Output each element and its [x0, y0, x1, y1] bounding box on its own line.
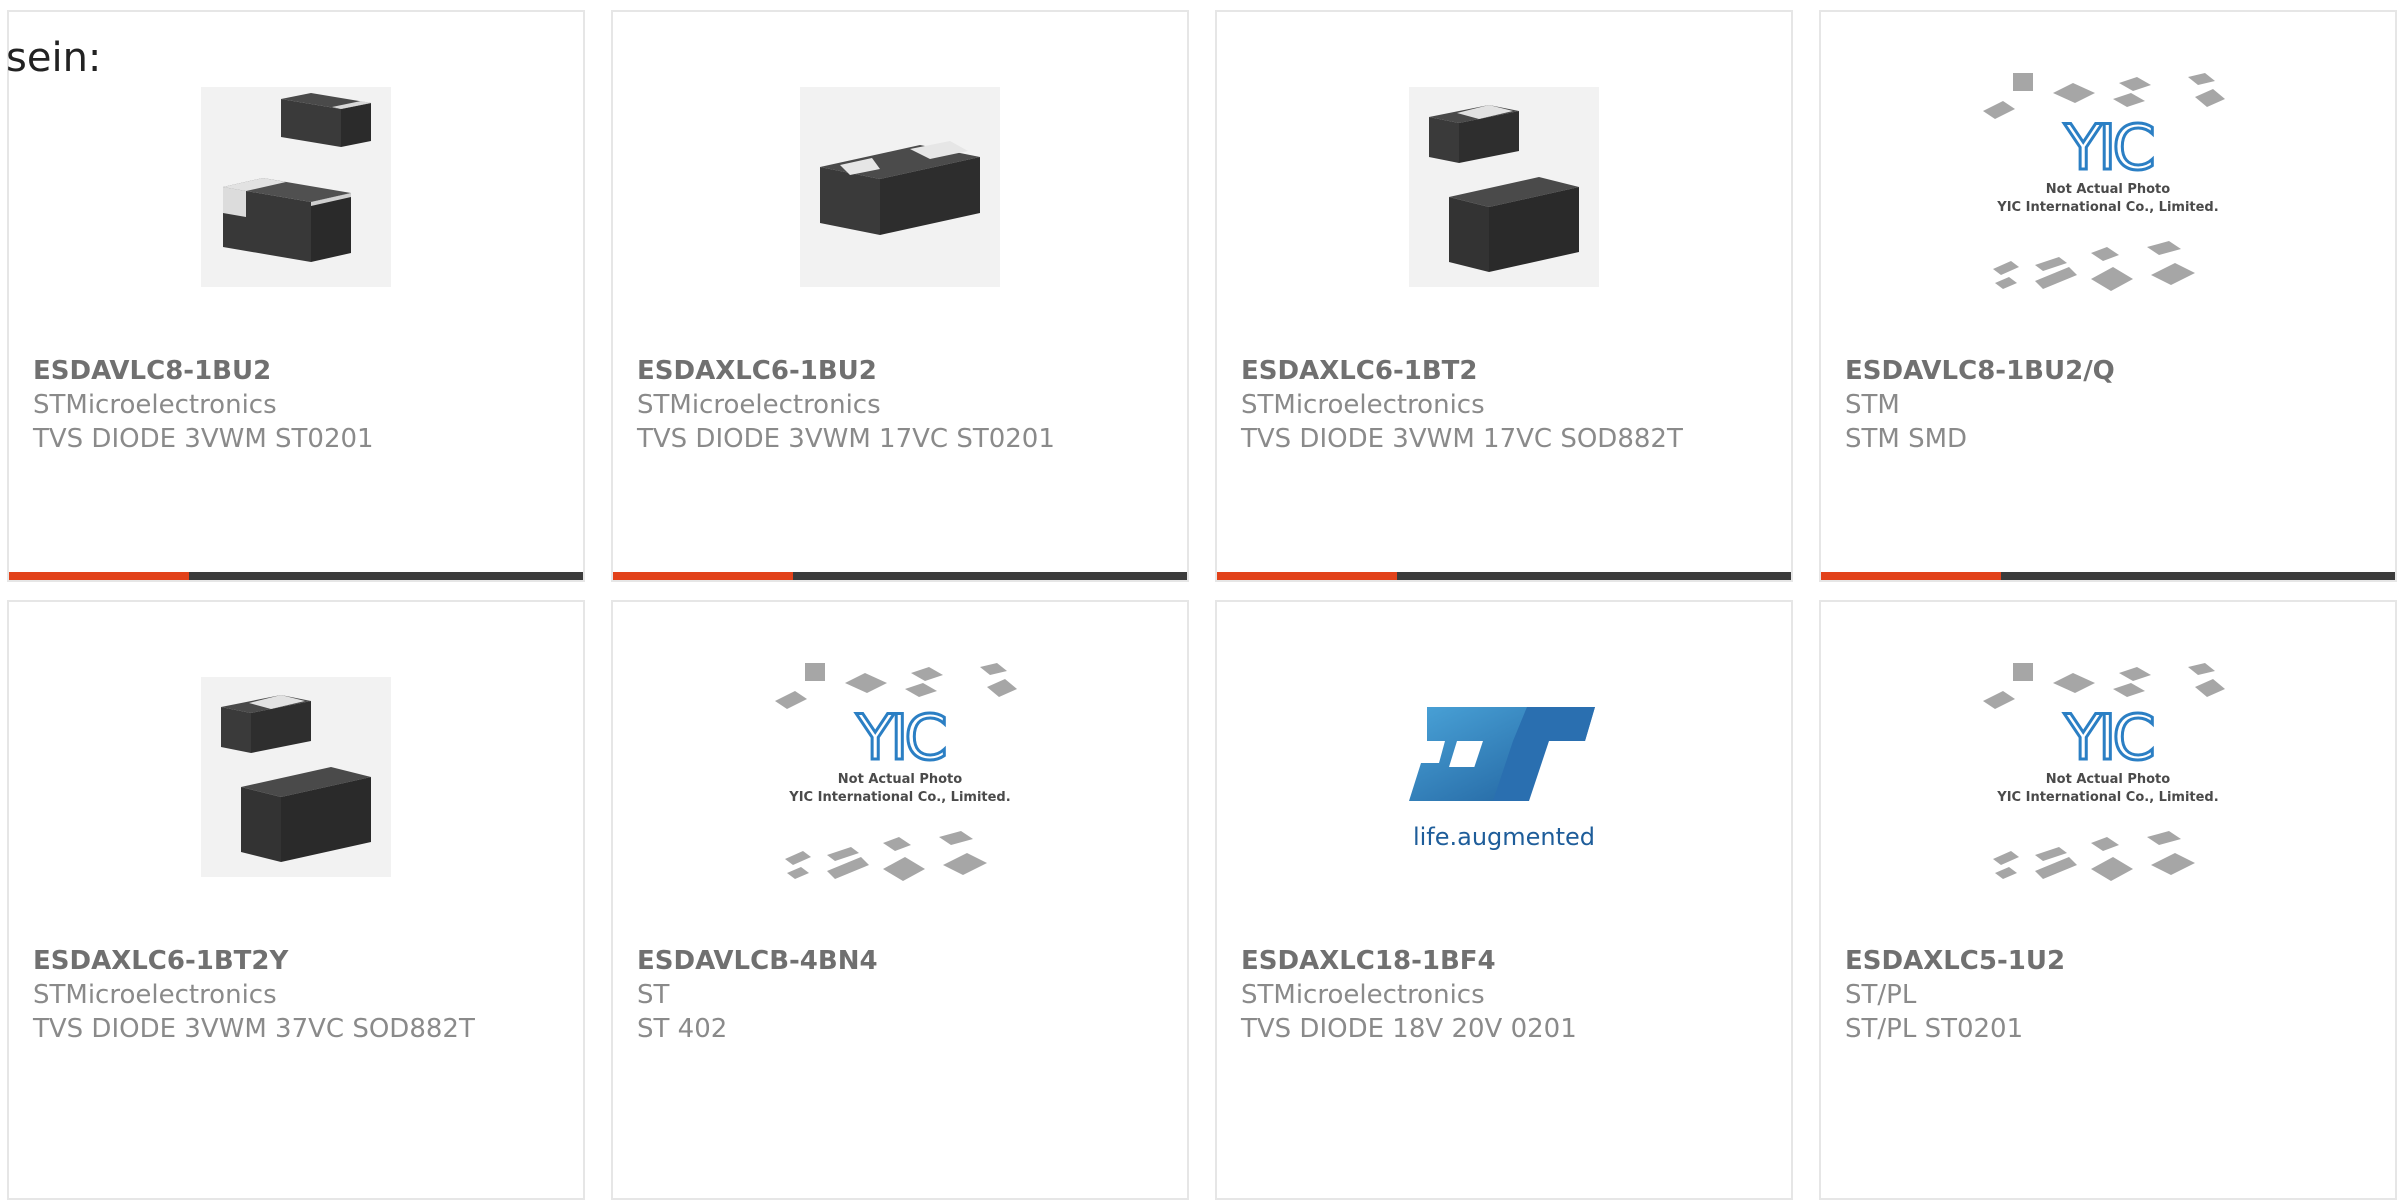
product-card[interactable]: ESDAXLC6-1BU2 STMicroelectronics TVS DIO… — [611, 10, 1189, 582]
placeholder-line1: Not Actual Photo — [838, 772, 962, 787]
product-image[interactable] — [9, 672, 583, 882]
placeholder-line2: YIC International Co., Limited. — [1996, 200, 2218, 215]
product-image[interactable] — [613, 82, 1187, 292]
card-bar — [9, 572, 583, 580]
product-image[interactable] — [1217, 82, 1791, 292]
part-number[interactable]: ESDAVLC8-1BU2 — [33, 354, 567, 388]
placeholder-line2: YIC International Co., Limited. — [1996, 790, 2218, 805]
manufacturer: STMicroelectronics — [33, 980, 277, 1010]
placeholder-line1: Not Actual Photo — [2046, 182, 2170, 197]
description: STM SMD — [1845, 424, 1968, 454]
product-image[interactable]: YIC Not Actual Photo YIC International C… — [1821, 73, 2395, 292]
part-number[interactable]: ESDAXLC18-1BF4 — [1241, 944, 1775, 978]
two-chip-diode-image — [201, 87, 391, 287]
placeholder-line2: YIC International Co., Limited. — [788, 790, 1010, 805]
product-card[interactable]: ESDAXLC6-1BT2Y STMicroelectronics TVS DI… — [7, 600, 585, 1200]
placeholder-line1: Not Actual Photo — [2046, 772, 2170, 787]
section-heading: sein: — [6, 35, 102, 81]
description: TVS DIODE 3VWM 17VC ST0201 — [637, 424, 1055, 454]
svg-text:YIC: YIC — [2063, 701, 2152, 774]
description: ST 402 — [637, 1014, 728, 1044]
manufacturer: ST/PL — [1845, 980, 1917, 1010]
card-bar — [1217, 572, 1791, 580]
yic-placeholder-image: YIC Not Actual Photo YIC International C… — [1983, 73, 2225, 291]
yic-placeholder-image: YIC Not Actual Photo YIC International C… — [1983, 663, 2225, 881]
manufacturer: STMicroelectronics — [1241, 390, 1485, 420]
card-bar — [1821, 572, 2395, 580]
svg-text:YIC: YIC — [855, 701, 944, 774]
product-card[interactable]: life.augmented ESDAXLC18-1BF4 STMicroele… — [1215, 600, 1793, 1200]
part-number[interactable]: ESDAXLC5-1U2 — [1845, 944, 2379, 978]
description: TVS DIODE 18V 20V 0201 — [1241, 1014, 1577, 1044]
manufacturer: STMicroelectronics — [1241, 980, 1485, 1010]
product-card[interactable]: ESDAXLC6-1BT2 STMicroelectronics TVS DIO… — [1215, 10, 1793, 582]
product-image[interactable]: YIC Not Actual Photo YIC International C… — [1821, 663, 2395, 882]
description: TVS DIODE 3VWM 17VC SOD882T — [1241, 424, 1683, 454]
part-number[interactable]: ESDAXLC6-1BT2 — [1241, 354, 1775, 388]
single-chip-diode-image — [800, 87, 1000, 287]
manufacturer: STM — [1845, 390, 1900, 420]
yic-placeholder-image: YIC Not Actual Photo YIC International C… — [775, 663, 1017, 881]
manufacturer: ST — [637, 980, 670, 1010]
part-number[interactable]: ESDAXLC6-1BU2 — [637, 354, 1171, 388]
product-card[interactable]: YIC Not Actual Photo YIC International C… — [1819, 10, 2397, 582]
product-card[interactable]: YIC Not Actual Photo YIC International C… — [1819, 600, 2397, 1200]
two-chip-diode-image — [1409, 87, 1599, 287]
product-image[interactable]: life.augmented — [1217, 672, 1791, 882]
product-card[interactable]: YIC Not Actual Photo YIC International C… — [611, 600, 1189, 1200]
description: TVS DIODE 3VWM ST0201 — [33, 424, 374, 454]
part-number[interactable]: ESDAXLC6-1BT2Y — [33, 944, 567, 978]
manufacturer: STMicroelectronics — [637, 390, 881, 420]
product-image[interactable]: YIC Not Actual Photo YIC International C… — [613, 663, 1187, 882]
two-chip-diode-image — [201, 677, 391, 877]
description: TVS DIODE 3VWM 37VC SOD882T — [33, 1014, 475, 1044]
logo-text: life.augmented — [1413, 823, 1595, 851]
part-number[interactable]: ESDAVLCB-4BN4 — [637, 944, 1171, 978]
st-logo-image: life.augmented — [1409, 707, 1595, 851]
part-number[interactable]: ESDAVLC8-1BU2/Q — [1845, 354, 2379, 388]
product-image[interactable] — [9, 82, 583, 292]
product-grid: ESDAVLC8-1BU2 STMicroelectronics TVS DIO… — [0, 0, 2400, 1200]
description: ST/PL ST0201 — [1845, 1014, 2024, 1044]
svg-text:YIC: YIC — [2063, 111, 2152, 184]
manufacturer: STMicroelectronics — [33, 390, 277, 420]
card-bar — [613, 572, 1187, 580]
product-card[interactable]: ESDAVLC8-1BU2 STMicroelectronics TVS DIO… — [7, 10, 585, 582]
